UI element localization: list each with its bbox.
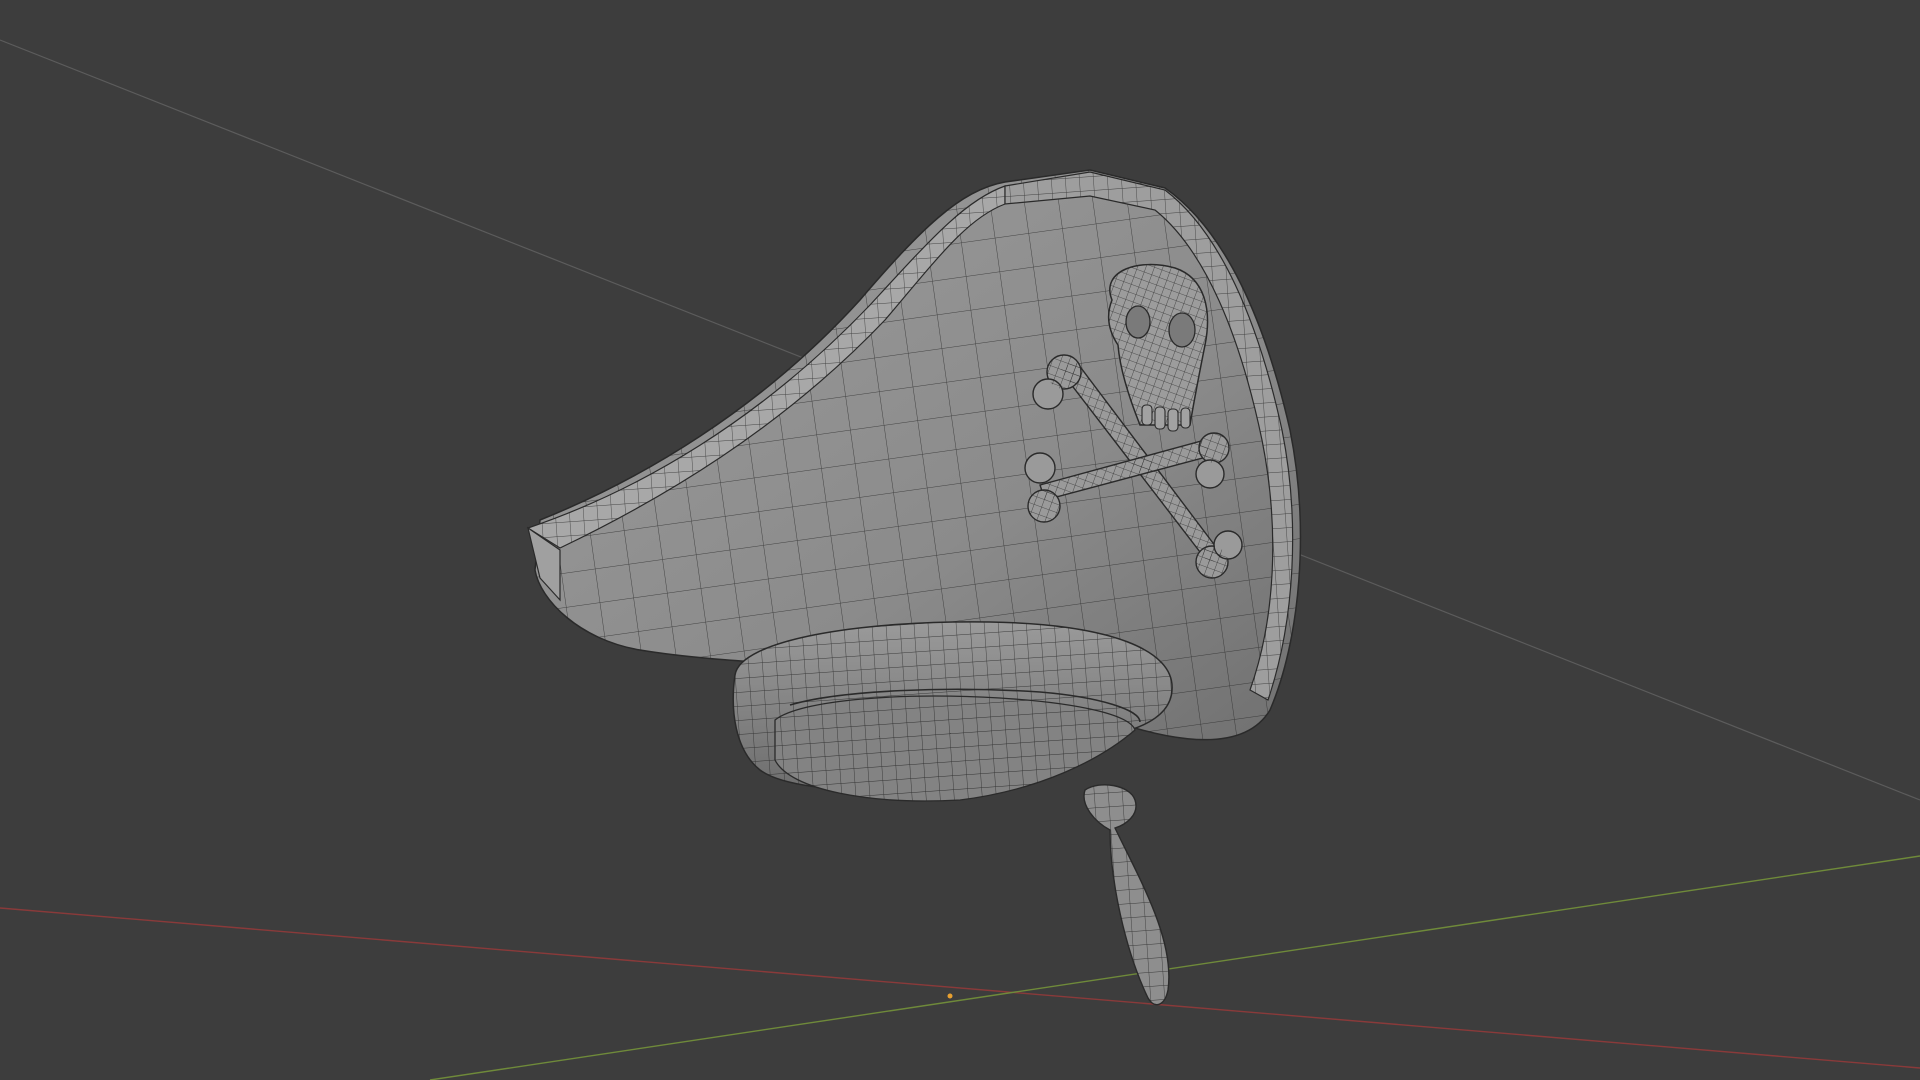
y-axis-line [429, 855, 1920, 1080]
x-axis-line [0, 907, 1920, 1069]
hat-headband[interactable] [732, 621, 1173, 802]
viewport-canvas[interactable] [0, 0, 1920, 1080]
3d-viewport[interactable] [0, 0, 1920, 1080]
hat-strap[interactable] [1083, 784, 1170, 1006]
origin-point[interactable] [947, 993, 953, 999]
